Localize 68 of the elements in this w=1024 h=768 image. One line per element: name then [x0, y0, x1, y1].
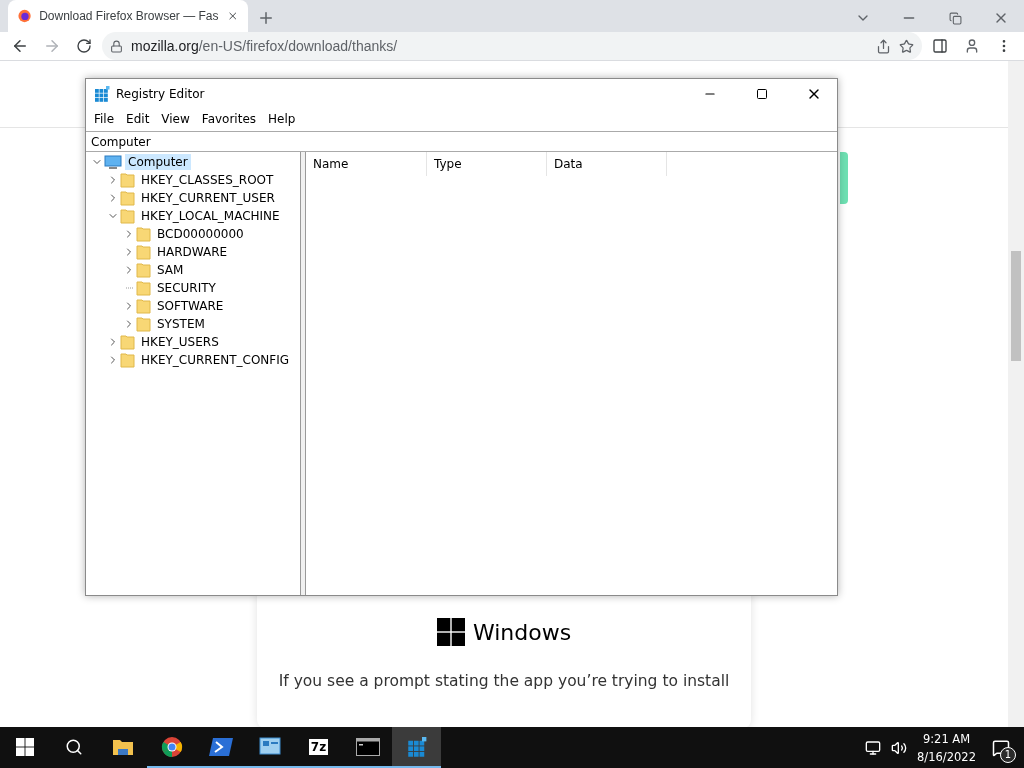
clock[interactable]: 9:21 AM 8/16/2022	[917, 729, 976, 766]
tree-item[interactable]: HKEY_USERS	[138, 334, 222, 350]
cubes-icon	[406, 736, 427, 757]
back-icon[interactable]	[11, 37, 29, 55]
browser-icon[interactable]	[160, 735, 183, 758]
search-icon[interactable]	[64, 737, 83, 756]
window-app-icon[interactable]	[258, 736, 281, 757]
notification-badge: 1	[1000, 746, 1016, 763]
monitor-icon	[104, 155, 122, 169]
folder-icon	[120, 190, 135, 206]
folder-icon	[136, 262, 151, 278]
tree-item[interactable]: SAM	[154, 262, 187, 278]
share-icon[interactable]	[876, 38, 891, 54]
tree-item[interactable]: HKEY_CURRENT_CONFIG	[138, 352, 293, 368]
lock-icon	[110, 39, 123, 53]
folder-icon	[120, 352, 135, 368]
side-panel-icon[interactable]	[932, 38, 948, 54]
scrollbar-thumb[interactable]	[1011, 251, 1021, 361]
tree-item[interactable]: HKEY_LOCAL_MACHINE	[138, 208, 283, 224]
folder-icon	[136, 298, 151, 314]
tree-item[interactable]: HARDWARE	[154, 244, 231, 260]
address-bar[interactable]: Computer	[86, 131, 837, 152]
folder-icon	[136, 280, 151, 296]
windows-logo-icon	[436, 618, 465, 646]
window-title: Registry Editor	[116, 87, 206, 101]
folder-icon	[120, 172, 135, 188]
bookmark-star-icon[interactable]	[899, 38, 914, 54]
folder-icon	[136, 226, 151, 242]
folder-icon	[136, 316, 151, 332]
tree-item[interactable]: HKEY_CLASSES_ROOT	[138, 172, 277, 188]
tree-item[interactable]: SECURITY	[154, 280, 219, 296]
column-header[interactable]: Data	[547, 152, 667, 176]
logo-text: Windows	[472, 619, 572, 645]
new-tab-icon[interactable]	[257, 9, 275, 27]
tree-item[interactable]: SOFTWARE	[154, 298, 227, 314]
folder-icon[interactable]	[111, 737, 134, 756]
tree-item[interactable]: BCD00000000	[154, 226, 247, 242]
terminal-icon[interactable]	[355, 737, 380, 756]
column-header[interactable]: Type	[427, 152, 547, 176]
restore-icon[interactable]	[948, 11, 962, 25]
tab-title: Download Firefox Browser — Fas	[39, 9, 219, 23]
cubes-icon	[94, 86, 110, 102]
tree-item[interactable]: SYSTEM	[154, 316, 208, 332]
volume-icon[interactable]	[891, 739, 908, 756]
tree-item[interactable]: Computer	[125, 154, 191, 170]
browser-tab[interactable]: Download Firefox Browser — Fas	[8, 0, 248, 32]
menu-item[interactable]: View	[155, 112, 196, 126]
tree-item[interactable]: HKEY_CURRENT_USER	[138, 190, 278, 206]
folder-icon	[120, 208, 135, 224]
fox-logo-icon	[18, 8, 32, 24]
menu-item[interactable]: Edit	[120, 112, 156, 126]
column-header[interactable]: Name	[306, 152, 427, 176]
windows-logo-icon	[15, 737, 34, 756]
archive-app-icon[interactable]: 7z	[308, 738, 329, 755]
folder-icon	[136, 244, 151, 260]
profile-icon[interactable]	[964, 38, 980, 54]
menu-item[interactable]: Help	[262, 112, 302, 126]
scrollbar[interactable]	[1008, 61, 1024, 728]
maximize-icon[interactable]	[756, 88, 768, 100]
menu-item[interactable]: Favorites	[195, 112, 263, 126]
prompt-icon[interactable]	[208, 737, 233, 756]
network-icon[interactable]	[865, 739, 882, 756]
reload-icon[interactable]	[76, 38, 92, 54]
address-field[interactable]: mozilla.org/en-US/firefox/download/thanks/	[102, 32, 922, 60]
card-text: If you see a prompt stating the app you’re trying to install	[278, 672, 730, 690]
folder-icon	[120, 334, 135, 350]
notification-icon[interactable]	[992, 738, 1010, 757]
menu-item[interactable]: File	[88, 112, 121, 126]
